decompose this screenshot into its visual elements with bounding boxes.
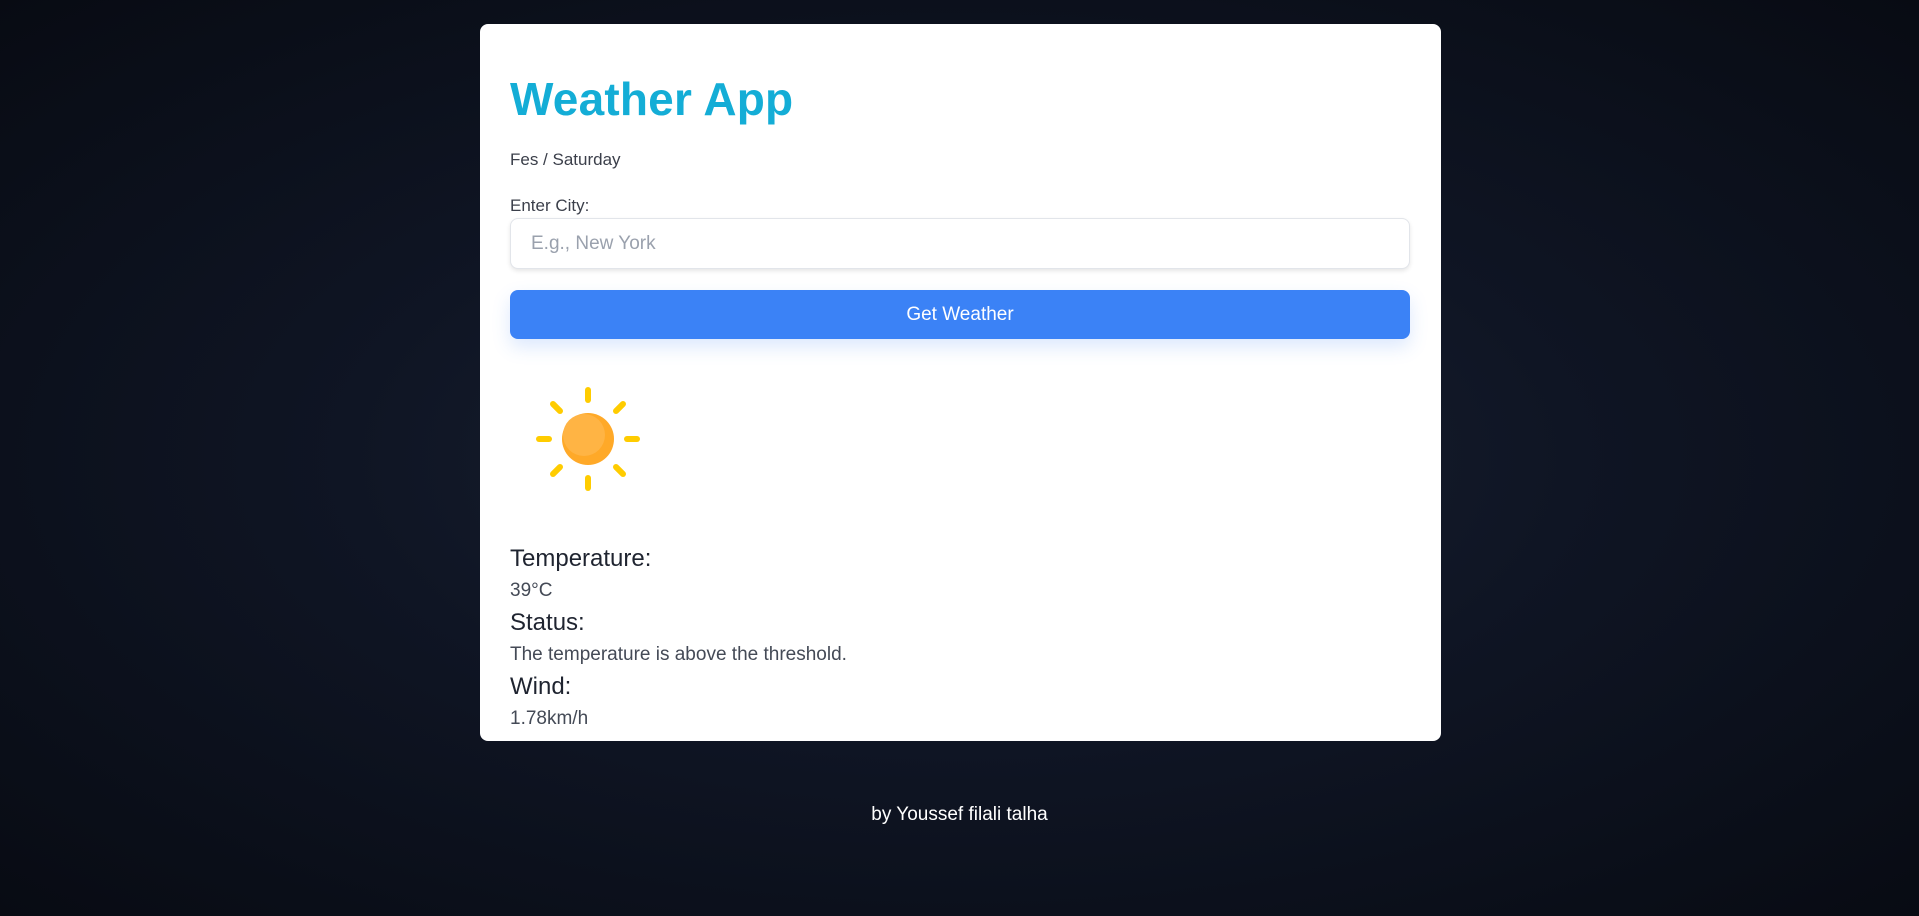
- wind-value: 1.78km/h: [510, 708, 589, 729]
- temperature-label: Temperature:: [510, 545, 652, 572]
- footer-credit: by Youssef filali talha: [871, 804, 1048, 825]
- temperature-value: 39°C: [510, 580, 553, 601]
- app-title: Weather App: [510, 73, 794, 125]
- status-value: The temperature is above the threshold.: [510, 644, 847, 665]
- location-day: Fes / Saturday: [510, 150, 621, 169]
- sun-icon: [533, 384, 643, 494]
- weather-info: Temperature: 39°C Status: The temperatur…: [510, 542, 847, 734]
- city-input[interactable]: [510, 218, 1410, 269]
- wind-label: Wind:: [510, 673, 572, 700]
- city-label: Enter City:: [510, 196, 590, 215]
- status-label: Status:: [510, 609, 585, 636]
- weather-card: Weather App Fes / Saturday Enter City: G…: [480, 24, 1441, 741]
- get-weather-button[interactable]: Get Weather: [510, 290, 1410, 339]
